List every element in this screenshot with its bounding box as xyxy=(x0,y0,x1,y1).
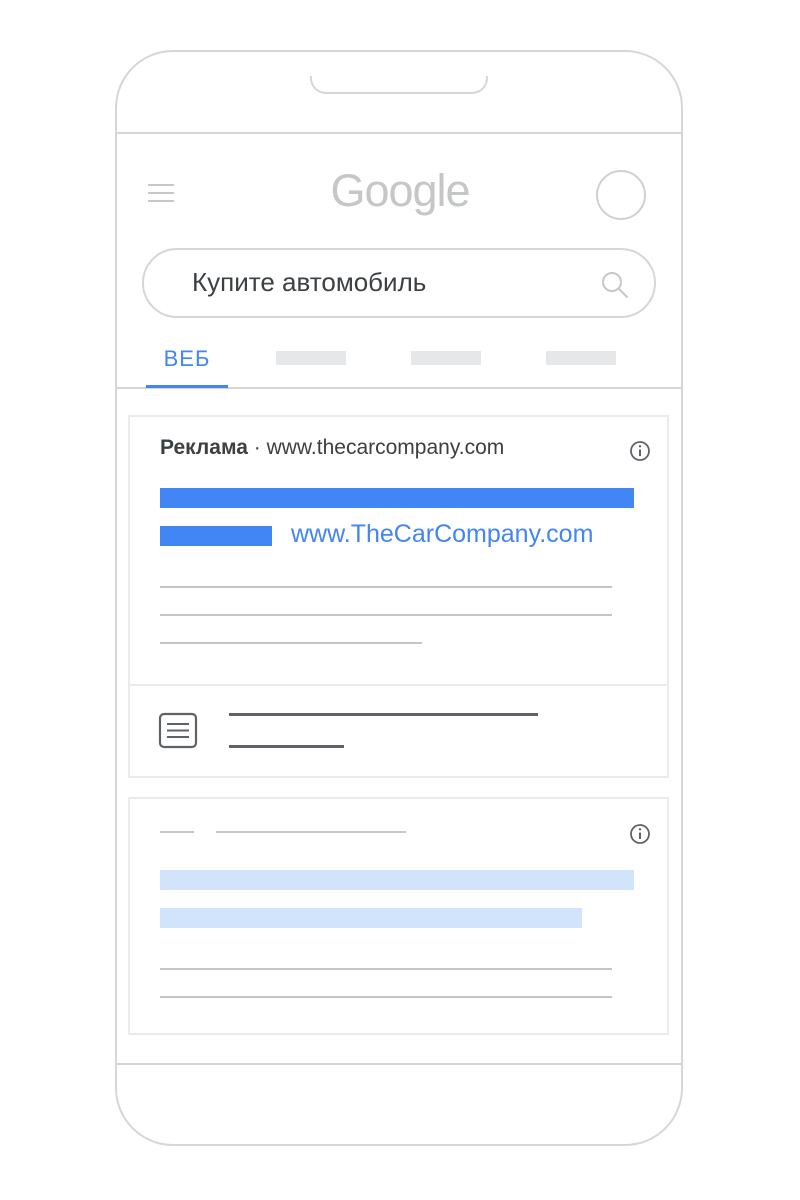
top-divider xyxy=(117,132,681,134)
sitelink-subtitle-placeholder xyxy=(229,745,344,748)
ad-result-card[interactable] xyxy=(128,415,669,778)
info-icon[interactable] xyxy=(629,823,651,845)
document-icon xyxy=(158,712,198,749)
info-icon[interactable] xyxy=(629,440,651,462)
tab-placeholder-1[interactable] xyxy=(276,351,346,365)
tab-active-indicator xyxy=(146,385,228,388)
result-description-line xyxy=(160,996,612,998)
search-input[interactable]: Купите автомобиль xyxy=(192,267,426,298)
sitelink-title-placeholder[interactable] xyxy=(229,713,538,716)
phone-speaker-notch xyxy=(310,76,488,94)
hamburger-menu-icon[interactable] xyxy=(148,184,174,202)
result-url-placeholder xyxy=(216,831,406,833)
search-icon[interactable] xyxy=(600,270,630,300)
ad-headline-placeholder-short[interactable] xyxy=(160,526,272,546)
ad-header: Реклама · www.thecarcompany.com xyxy=(160,436,504,460)
result-title-placeholder-short[interactable] xyxy=(160,908,582,928)
ad-display-url[interactable]: www.thecarcompany.com xyxy=(267,436,505,459)
search-bar[interactable]: Купите автомобиль xyxy=(142,248,656,318)
result-source-placeholder xyxy=(160,831,194,833)
result-description-line xyxy=(160,968,612,970)
result-title-placeholder[interactable] xyxy=(160,870,634,890)
ad-headline-placeholder[interactable] xyxy=(160,488,634,508)
tab-placeholder-2[interactable] xyxy=(411,351,481,365)
bottom-divider xyxy=(117,1063,681,1065)
ad-label: Реклама xyxy=(160,436,248,459)
ad-headline-url[interactable]: www.TheCarCompany.com xyxy=(291,520,593,549)
tab-web[interactable]: ВЕБ xyxy=(146,346,228,372)
ad-description-line xyxy=(160,642,422,644)
google-logo: Google xyxy=(330,165,470,216)
tab-placeholder-3[interactable] xyxy=(546,351,616,365)
ad-description-line xyxy=(160,614,612,616)
sitelink-divider xyxy=(130,684,667,686)
ad-description-line xyxy=(160,586,612,588)
avatar[interactable] xyxy=(596,170,646,220)
ad-separator: · xyxy=(253,436,261,459)
